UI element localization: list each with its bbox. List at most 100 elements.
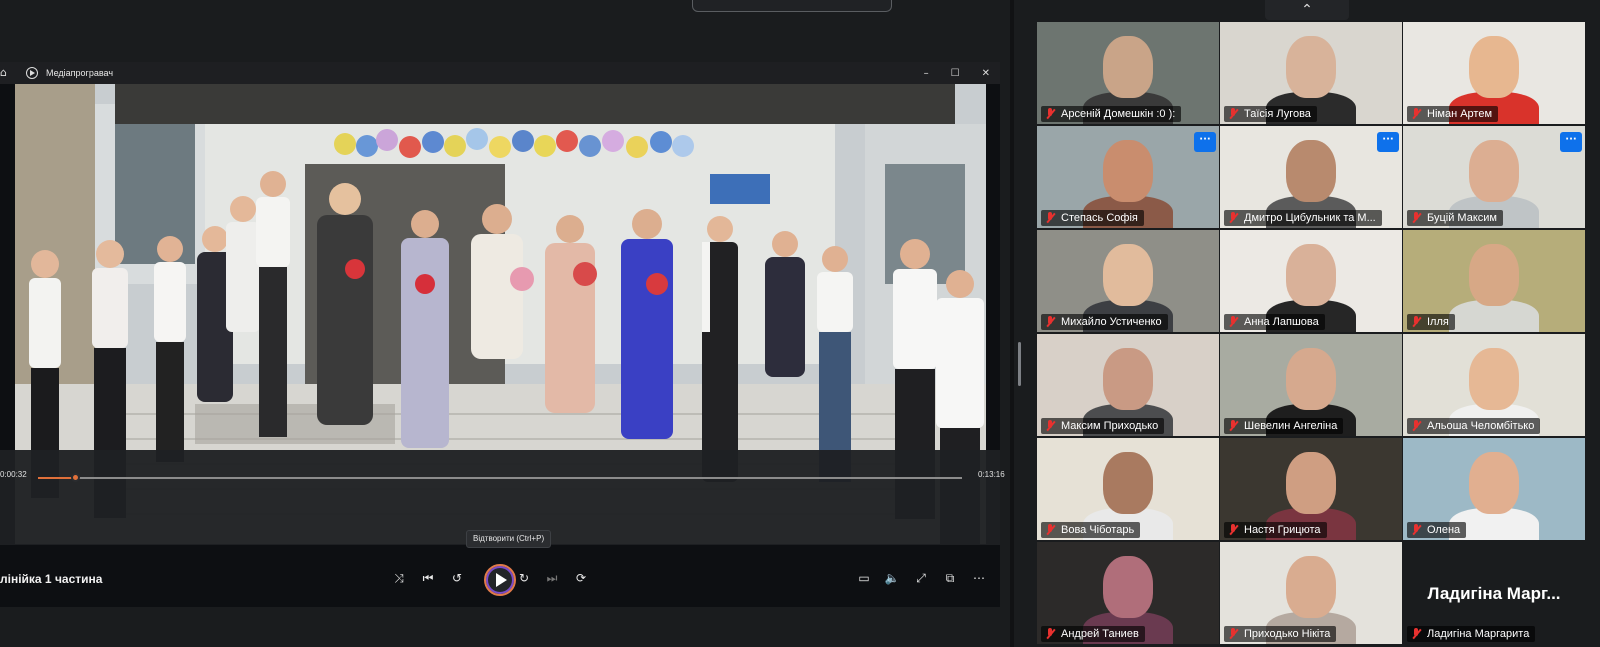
participant-name: Альоша Челомбітько bbox=[1427, 420, 1535, 432]
participant-name: Анна Лапшова bbox=[1244, 316, 1319, 328]
muted-mic-icon bbox=[1411, 628, 1421, 640]
muted-mic-icon bbox=[1411, 420, 1421, 432]
participant-tile[interactable]: ··· Буцій Максим bbox=[1403, 126, 1585, 228]
participant-face bbox=[1469, 348, 1519, 410]
captions-icon[interactable]: ▭ bbox=[856, 571, 872, 585]
participant-name: Дмитро Цибульник та М... bbox=[1244, 212, 1376, 224]
forward-icon[interactable]: ↻ bbox=[516, 571, 532, 585]
participant-name: Шевелин Ангеліна bbox=[1244, 420, 1338, 432]
next-icon[interactable]: ⏭ bbox=[544, 571, 560, 586]
participant-tile[interactable]: Настя Грицюта bbox=[1220, 438, 1402, 540]
media-player-icon bbox=[26, 67, 38, 79]
participant-tile[interactable]: Ладигіна Марг... Ладигіна Маргарита bbox=[1403, 542, 1585, 644]
shuffle-icon[interactable]: ⤨ bbox=[391, 571, 407, 586]
seek-bar-progress bbox=[38, 477, 75, 479]
muted-mic-icon bbox=[1228, 108, 1238, 120]
participant-tile[interactable]: Арсеній Домешкін :0 ): bbox=[1037, 22, 1219, 124]
participant-face bbox=[1286, 348, 1336, 410]
participant-name-label: Ілля bbox=[1407, 314, 1455, 330]
participant-name-label: Максим Приходько bbox=[1041, 418, 1165, 434]
participant-more-button[interactable]: ··· bbox=[1560, 132, 1582, 152]
participant-name: Ладигіна Маргарита bbox=[1427, 628, 1530, 640]
participant-tile[interactable]: Німан Артем bbox=[1403, 22, 1585, 124]
participant-name-label: Німан Артем bbox=[1407, 106, 1499, 122]
participant-name-label: Ладигіна Маргарита bbox=[1407, 626, 1536, 642]
participant-name: Настя Грицюта bbox=[1244, 524, 1321, 536]
current-time: 0:00:32 bbox=[0, 470, 27, 479]
muted-mic-icon bbox=[1411, 212, 1421, 224]
participant-name: Буцій Максим bbox=[1427, 212, 1497, 224]
participant-face bbox=[1286, 452, 1336, 514]
participant-face bbox=[1469, 36, 1519, 98]
muted-mic-icon bbox=[1045, 108, 1055, 120]
participant-tile[interactable]: Альоша Челомбітько bbox=[1403, 334, 1585, 436]
collapse-gallery-button[interactable]: ⌃ bbox=[1265, 0, 1349, 20]
participant-name: Михайло Устиченко bbox=[1061, 316, 1162, 328]
participant-name-label: Вова Чіботарь bbox=[1041, 522, 1141, 538]
participant-tile[interactable]: Анна Лапшова bbox=[1220, 230, 1402, 332]
minimize-button[interactable]: – bbox=[924, 68, 929, 79]
participant-name: Степась Софія bbox=[1061, 212, 1138, 224]
muted-mic-icon bbox=[1411, 524, 1421, 536]
pane-divider bbox=[1010, 0, 1014, 647]
participant-name: Максим Приходько bbox=[1061, 420, 1159, 432]
fullscreen-icon[interactable]: ⤢ bbox=[913, 571, 929, 586]
participant-more-button[interactable]: ··· bbox=[1377, 132, 1399, 152]
participant-face bbox=[1103, 140, 1153, 202]
participant-face bbox=[1469, 452, 1519, 514]
participant-more-button[interactable]: ··· bbox=[1194, 132, 1216, 152]
participant-tile[interactable]: Таїсія Лугова bbox=[1220, 22, 1402, 124]
splitter-handle[interactable] bbox=[1018, 342, 1021, 386]
participant-name-label: Приходько Нікіта bbox=[1224, 626, 1337, 642]
home-icon[interactable]: ⌂ bbox=[0, 67, 12, 79]
seek-bar[interactable] bbox=[38, 473, 962, 482]
media-title: лінійка 1 частина bbox=[0, 572, 103, 586]
participant-name-label: Шевелин Ангеліна bbox=[1224, 418, 1344, 434]
participant-tile[interactable]: Вова Чіботарь bbox=[1037, 438, 1219, 540]
participant-name-label: Михайло Устиченко bbox=[1041, 314, 1168, 330]
muted-mic-icon bbox=[1045, 316, 1055, 328]
participant-tile[interactable]: Приходько Нікіта bbox=[1220, 542, 1402, 644]
participant-tile[interactable]: Андрей Таниев bbox=[1037, 542, 1219, 644]
volume-icon[interactable]: 🔈 bbox=[884, 571, 900, 585]
screen-share-pill[interactable] bbox=[692, 0, 892, 12]
participant-name: Ілля bbox=[1427, 316, 1449, 328]
maximize-button[interactable]: ☐ bbox=[951, 68, 960, 79]
participant-name: Таїсія Лугова bbox=[1244, 108, 1311, 120]
participant-tile[interactable]: Олена bbox=[1403, 438, 1585, 540]
participant-face bbox=[1286, 244, 1336, 306]
participant-tile[interactable]: ··· Степась Софія bbox=[1037, 126, 1219, 228]
play-button[interactable] bbox=[484, 564, 516, 596]
participant-name-label: Альоша Челомбітько bbox=[1407, 418, 1541, 434]
participant-name-label: Настя Грицюта bbox=[1224, 522, 1327, 538]
previous-icon[interactable]: ⏮ bbox=[420, 571, 436, 586]
participant-avatar-name: Ладигіна Марг... bbox=[1427, 584, 1561, 603]
participant-face bbox=[1103, 244, 1153, 306]
muted-mic-icon bbox=[1228, 628, 1238, 640]
rewind-icon[interactable]: ↺ bbox=[449, 571, 465, 585]
participant-name-label: Андрей Таниев bbox=[1041, 626, 1145, 642]
participant-face bbox=[1469, 140, 1519, 202]
participant-tile[interactable]: Михайло Устиченко bbox=[1037, 230, 1219, 332]
close-button[interactable]: ✕ bbox=[982, 68, 990, 79]
participant-tile[interactable]: ··· Дмитро Цибульник та М... bbox=[1220, 126, 1402, 228]
window-title: Медіапрогравач bbox=[46, 68, 114, 78]
total-time: 0:13:16 bbox=[978, 470, 1005, 479]
participant-face bbox=[1103, 348, 1153, 410]
more-options-icon[interactable]: ⋯ bbox=[971, 571, 987, 585]
participant-name-label: Олена bbox=[1407, 522, 1467, 538]
participant-tile[interactable]: Ілля bbox=[1403, 230, 1585, 332]
participant-name-label: Степась Софія bbox=[1041, 210, 1144, 226]
participant-face bbox=[1103, 36, 1153, 98]
participant-tile[interactable]: Максим Приходько bbox=[1037, 334, 1219, 436]
participant-face bbox=[1103, 556, 1153, 618]
muted-mic-icon bbox=[1228, 524, 1238, 536]
participant-face bbox=[1469, 244, 1519, 306]
participant-name: Андрей Таниев bbox=[1061, 628, 1139, 640]
seek-bar-handle[interactable] bbox=[70, 473, 80, 482]
muted-mic-icon bbox=[1411, 316, 1421, 328]
participant-tile[interactable]: Шевелин Ангеліна bbox=[1220, 334, 1402, 436]
screen: ⌂ Медіапрогравач – ☐ ✕ 0:00:32 0:13:16 В… bbox=[0, 0, 1600, 647]
miniplayer-icon[interactable]: ⧉ bbox=[942, 571, 958, 586]
repeat-icon[interactable]: ⟳ bbox=[573, 571, 589, 585]
